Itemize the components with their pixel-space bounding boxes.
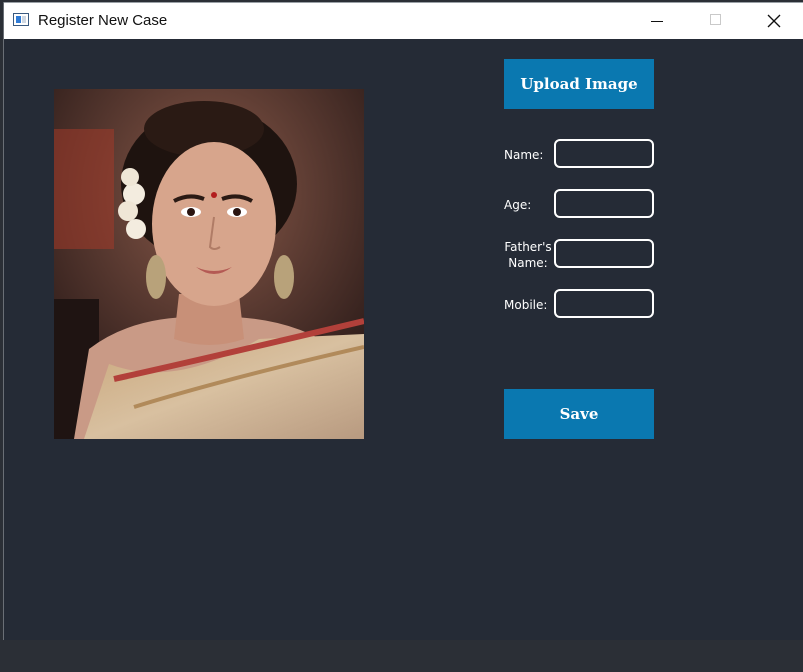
upload-image-button[interactable]: Upload Image bbox=[504, 59, 654, 109]
mobile-field[interactable] bbox=[554, 289, 654, 318]
fathers-name-field[interactable] bbox=[554, 239, 654, 268]
uploaded-photo bbox=[54, 89, 364, 439]
age-field[interactable] bbox=[554, 189, 654, 218]
minimize-button[interactable] bbox=[635, 3, 681, 39]
fathers-name-label-line1: Father's bbox=[504, 240, 552, 254]
minimize-icon bbox=[651, 21, 663, 22]
name-label: Name: bbox=[504, 148, 544, 162]
portrait-image bbox=[54, 89, 364, 439]
mobile-label: Mobile: bbox=[504, 298, 548, 312]
close-button[interactable] bbox=[751, 3, 797, 39]
taskbar-area bbox=[0, 640, 803, 672]
fathers-name-label: Father's Name: bbox=[504, 239, 552, 271]
window-title: Register New Case bbox=[38, 12, 168, 29]
age-label: Age: bbox=[504, 198, 532, 212]
fathers-name-label-line2: Name: bbox=[508, 256, 548, 270]
maximize-button[interactable] bbox=[693, 3, 739, 39]
save-button[interactable]: Save bbox=[504, 389, 654, 439]
register-case-window: Register New Case Upload Image Name: Age… bbox=[3, 2, 803, 640]
name-field[interactable] bbox=[554, 139, 654, 168]
app-window-icon bbox=[13, 13, 29, 26]
title-bar[interactable]: Register New Case bbox=[4, 2, 803, 39]
close-icon bbox=[767, 14, 781, 28]
maximize-icon bbox=[710, 14, 721, 25]
